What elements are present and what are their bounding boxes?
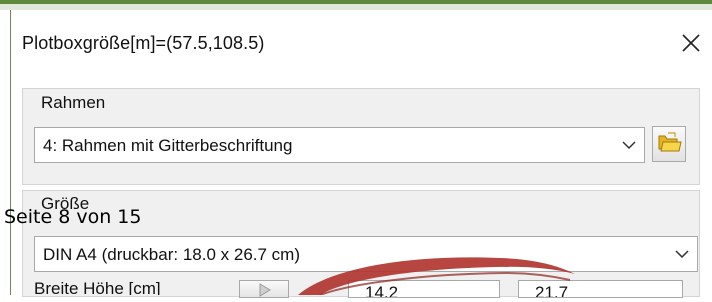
width-input[interactable]: 14.2 <box>348 280 500 298</box>
rahmen-selected-value: 4: Rahmen mit Gitterbeschriftung <box>43 136 293 155</box>
chevron-down-icon <box>675 250 689 259</box>
height-input[interactable]: 21.7 <box>518 280 683 298</box>
width-input-value: 14.2 <box>365 283 399 298</box>
groesse-dropdown[interactable]: DIN A4 (druckbar: 18.0 x 26.7 cm) <box>34 236 698 272</box>
rahmen-open-button[interactable] <box>652 126 686 162</box>
dialog-title: Plotboxgröße[m]=(57.5,108.5) <box>22 33 265 53</box>
rahmen-group-label: Rahmen <box>38 93 109 113</box>
close-button[interactable] <box>676 26 706 60</box>
close-icon <box>682 34 700 52</box>
page-counter: Seite 8 von 15 <box>4 206 142 228</box>
size-row-label: Breite Höhe [cm] <box>34 279 161 295</box>
height-input-value: 21.7 <box>535 283 569 298</box>
folder-icon <box>658 132 682 152</box>
rahmen-dropdown[interactable]: 4: Rahmen mit Gitterbeschriftung <box>34 127 645 163</box>
chevron-down-icon <box>622 141 636 150</box>
groesse-selected-value: DIN A4 (druckbar: 18.0 x 26.7 cm) <box>43 245 300 264</box>
play-button[interactable] <box>239 280 289 298</box>
